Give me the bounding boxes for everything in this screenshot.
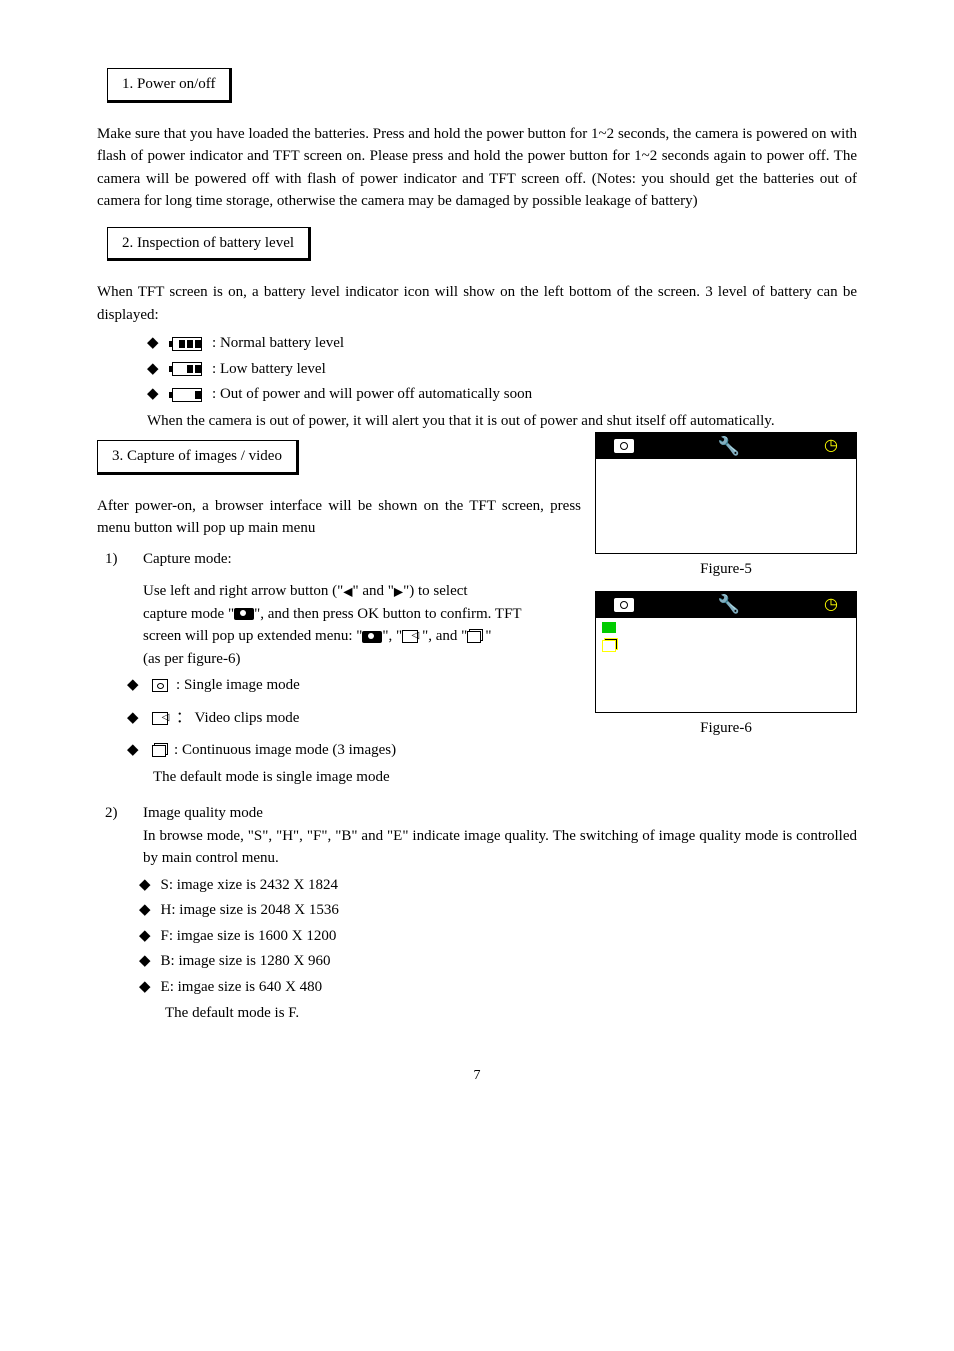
battery-full-icon xyxy=(172,337,202,351)
quality-title: Image quality mode xyxy=(143,802,857,825)
continuous-small-icon xyxy=(467,631,481,643)
figure-5-caption: Figure-5 xyxy=(595,558,857,581)
quality-b: B: image size is 1280 X 960 xyxy=(139,950,857,973)
figure-5-box: 🔧 ◷ xyxy=(595,432,857,554)
battery-low: : Low battery level xyxy=(147,358,857,381)
quality-h: H: image size is 2048 X 1536 xyxy=(139,899,857,922)
capture-default: The default mode is single image mode xyxy=(97,766,857,789)
capture-line4: (as per figure-6) xyxy=(143,648,581,671)
quality-mode-item: 2) Image quality mode In browse mode, "S… xyxy=(105,802,857,870)
quality-e: E: imgae size is 640 X 480 xyxy=(139,976,857,999)
section-3-heading: 3. Capture of images / video xyxy=(97,440,299,475)
battery-empty-icon xyxy=(172,388,202,402)
capture-mode-item: 1) Capture mode: Use left and right arro… xyxy=(105,548,581,671)
camera-icon xyxy=(614,598,634,612)
battery-out: : Out of power and will power off automa… xyxy=(147,383,857,406)
capture-line3: screen will pop up extended menu: "", ""… xyxy=(143,625,581,648)
figures-column: 🔧 ◷ Figure-5 🔧 ◷ Figure-6 xyxy=(595,432,857,749)
video-clips-icon xyxy=(152,712,168,725)
battery-paragraph: When TFT screen is on, a battery level i… xyxy=(97,281,857,326)
single-image-icon xyxy=(152,679,168,692)
wrench-icon: 🔧 xyxy=(718,591,740,618)
figure-6-bar: 🔧 ◷ xyxy=(596,592,856,618)
quality-desc: In browse mode, "S", "H", "F", "B" and "… xyxy=(143,825,857,870)
quality-default: The default mode is F. xyxy=(97,1002,857,1025)
page-number: 7 xyxy=(97,1065,857,1086)
figure-6-caption: Figure-6 xyxy=(595,717,857,740)
power-paragraph: Make sure that you have loaded the batte… xyxy=(97,123,857,213)
battery-note: When the camera is out of power, it will… xyxy=(97,410,857,433)
wrench-icon: 🔧 xyxy=(718,433,740,460)
figure-5-bar: 🔧 ◷ xyxy=(596,433,856,459)
section-2-heading: 2. Inspection of battery level xyxy=(107,227,311,262)
continuous-yellow-icon xyxy=(602,640,616,652)
camera-dark-icon xyxy=(234,608,254,620)
section-1-heading: 1. Power on/off xyxy=(107,68,232,103)
timer-icon: ◷ xyxy=(824,434,838,458)
quality-s: S: image xize is 2432 X 1824 xyxy=(139,874,857,897)
capture-line2: capture mode "", and then press OK butto… xyxy=(143,603,581,626)
timer-icon: ◷ xyxy=(824,593,838,617)
quality-list: S: image xize is 2432 X 1824 H: image si… xyxy=(97,874,857,999)
figure-6-sidebar xyxy=(596,618,856,712)
figure-6-box: 🔧 ◷ xyxy=(595,591,857,713)
camera-icon xyxy=(614,439,634,453)
capture-mode-title: Capture mode: xyxy=(143,548,581,571)
battery-normal: : Normal battery level xyxy=(147,332,857,355)
camera-dark-icon xyxy=(362,631,382,643)
video-green-icon xyxy=(602,622,616,633)
continuous-image-icon xyxy=(152,745,166,757)
quality-f: F: imgae size is 1600 X 1200 xyxy=(139,925,857,948)
battery-low-icon xyxy=(172,362,202,376)
capture-line1: Use left and right arrow button ("◀" and… xyxy=(143,580,581,603)
battery-list: : Normal battery level : Low battery lev… xyxy=(97,332,857,406)
video-small-icon xyxy=(402,630,418,643)
right-arrow-icon: ▶ xyxy=(394,585,403,599)
